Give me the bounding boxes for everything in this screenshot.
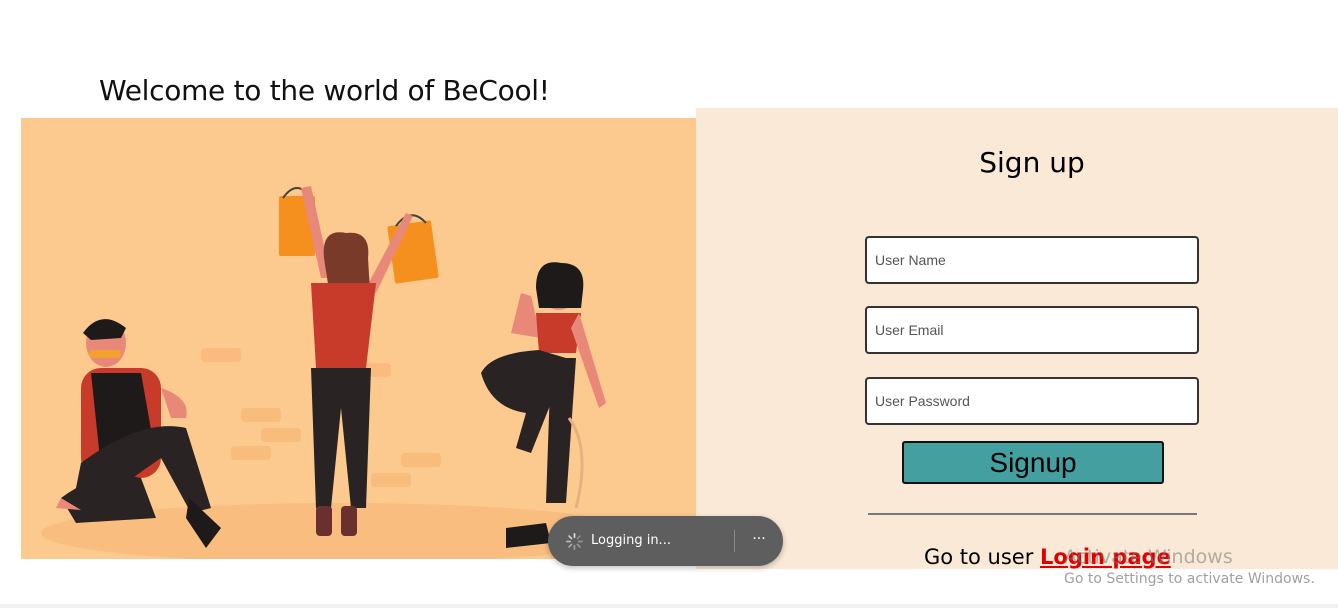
logging-in-toast: Logging in... ··· [548,516,783,566]
signup-button[interactable]: Signup [902,441,1164,484]
activate-windows-title: Activate Windows [1064,546,1233,568]
bottom-border [0,604,1338,608]
login-prompt-text: Go to user [924,545,1041,569]
divider [868,513,1197,515]
toast-message: Logging in... [591,533,671,548]
username-input[interactable] [865,236,1199,284]
activate-windows-subtitle: Go to Settings to activate Windows. [1064,571,1315,587]
password-input[interactable] [865,377,1199,425]
more-options-icon[interactable]: ··· [745,528,773,554]
email-input[interactable] [865,306,1199,354]
signup-panel: Sign up Signup Go to user Login page [696,108,1338,569]
toast-separator [734,530,735,552]
signup-heading: Sign up [979,146,1085,179]
spinner-icon [566,533,583,550]
welcome-title: Welcome to the world of BeCool! [99,74,550,107]
hero-illustration [21,118,696,559]
